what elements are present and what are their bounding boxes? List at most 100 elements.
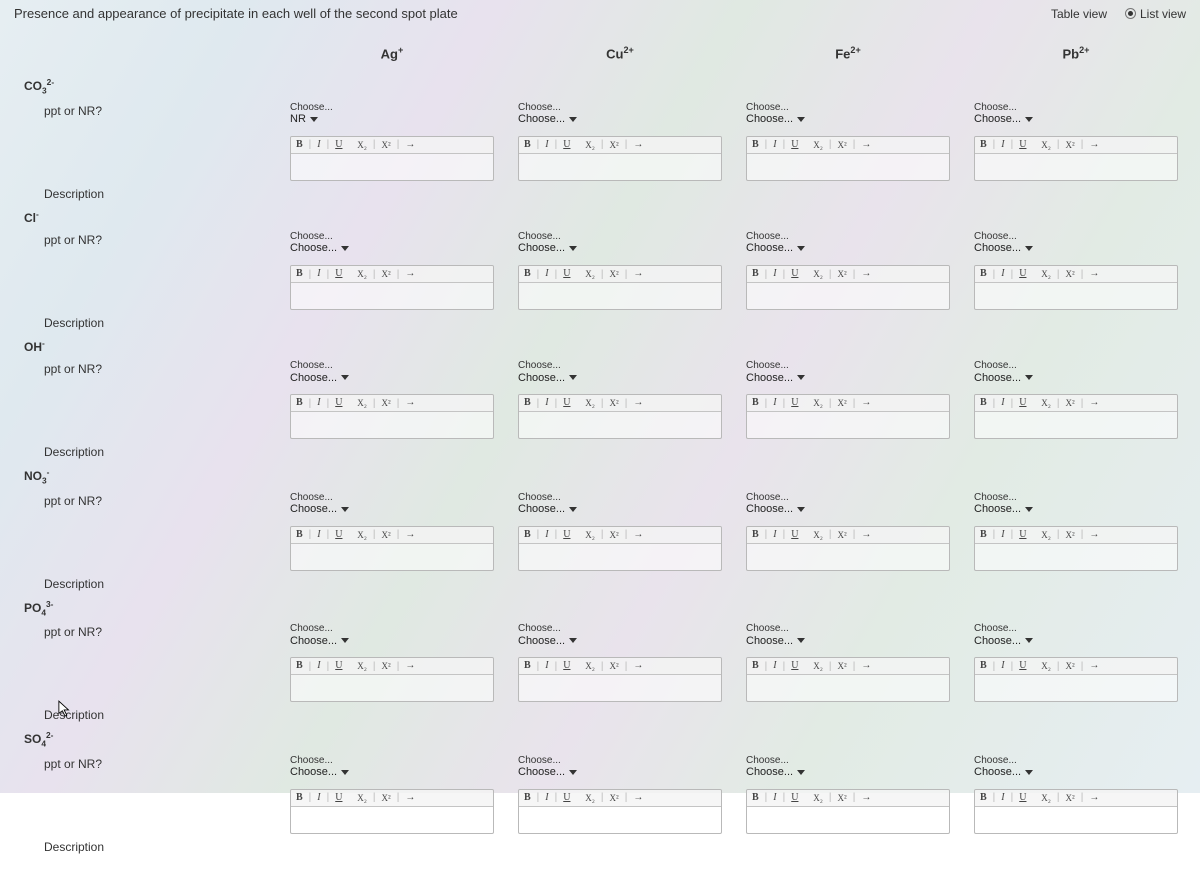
italic-button[interactable]: I [770, 659, 779, 673]
editor-textarea[interactable] [975, 154, 1177, 180]
superscript-button[interactable]: X² [607, 528, 622, 542]
editor-textarea[interactable] [291, 154, 493, 180]
subscript-button[interactable]: X₂ [1038, 138, 1054, 152]
editor-textarea[interactable] [747, 807, 949, 833]
arrow-button[interactable]: → [858, 267, 874, 281]
editor-textarea[interactable] [519, 412, 721, 438]
arrow-button[interactable]: → [402, 138, 418, 152]
subscript-button[interactable]: X₂ [1038, 528, 1054, 542]
subscript-button[interactable]: X₂ [582, 659, 598, 673]
subscript-button[interactable]: X₂ [810, 396, 826, 410]
italic-button[interactable]: I [314, 396, 323, 410]
underline-button[interactable]: U [332, 396, 345, 410]
superscript-button[interactable]: X² [379, 267, 394, 281]
superscript-button[interactable]: X² [835, 396, 850, 410]
editor-textarea[interactable] [975, 544, 1177, 570]
underline-button[interactable]: U [560, 659, 573, 673]
arrow-button[interactable]: → [402, 659, 418, 673]
view-table[interactable]: Table view [1051, 7, 1107, 21]
superscript-button[interactable]: X² [1063, 528, 1078, 542]
arrow-button[interactable]: → [402, 396, 418, 410]
italic-button[interactable]: I [314, 528, 323, 542]
choose-select[interactable]: Choose... [974, 503, 1033, 516]
italic-button[interactable]: I [998, 528, 1007, 542]
bold-button[interactable]: B [293, 396, 306, 410]
superscript-button[interactable]: X² [835, 267, 850, 281]
arrow-button[interactable]: → [858, 528, 874, 542]
underline-button[interactable]: U [788, 396, 801, 410]
underline-button[interactable]: U [560, 267, 573, 281]
bold-button[interactable]: B [977, 528, 990, 542]
superscript-button[interactable]: X² [1063, 396, 1078, 410]
choose-select[interactable]: Choose... [518, 113, 577, 126]
choose-select[interactable]: Choose... [290, 635, 349, 648]
underline-button[interactable]: U [1016, 659, 1029, 673]
superscript-button[interactable]: X² [607, 396, 622, 410]
bold-button[interactable]: B [977, 659, 990, 673]
bold-button[interactable]: B [521, 396, 534, 410]
italic-button[interactable]: I [542, 528, 551, 542]
choose-select[interactable]: Choose... [974, 113, 1033, 126]
italic-button[interactable]: I [998, 138, 1007, 152]
underline-button[interactable]: U [332, 528, 345, 542]
underline-button[interactable]: U [560, 138, 573, 152]
arrow-button[interactable]: → [630, 396, 646, 410]
subscript-button[interactable]: X₂ [582, 138, 598, 152]
editor-textarea[interactable] [975, 675, 1177, 701]
arrow-button[interactable]: → [858, 659, 874, 673]
arrow-button[interactable]: → [1086, 138, 1102, 152]
arrow-button[interactable]: → [630, 659, 646, 673]
bold-button[interactable]: B [977, 267, 990, 281]
editor-textarea[interactable] [975, 807, 1177, 833]
underline-button[interactable]: U [332, 659, 345, 673]
choose-select[interactable]: Choose... [974, 242, 1033, 255]
bold-button[interactable]: B [521, 138, 534, 152]
choose-select[interactable]: Choose... [518, 766, 577, 779]
italic-button[interactable]: I [998, 659, 1007, 673]
subscript-button[interactable]: X₂ [354, 528, 370, 542]
arrow-button[interactable]: → [858, 138, 874, 152]
italic-button[interactable]: I [542, 267, 551, 281]
choose-select[interactable]: Choose... [518, 372, 577, 385]
choose-select[interactable]: Choose... [290, 242, 349, 255]
view-list[interactable]: List view [1125, 7, 1186, 21]
bold-button[interactable]: B [293, 267, 306, 281]
arrow-button[interactable]: → [1086, 659, 1102, 673]
choose-select[interactable]: Choose... [746, 113, 805, 126]
subscript-button[interactable]: X₂ [354, 659, 370, 673]
superscript-button[interactable]: X² [379, 659, 394, 673]
arrow-button[interactable]: → [402, 267, 418, 281]
editor-textarea[interactable] [975, 412, 1177, 438]
choose-select[interactable]: Choose... [290, 766, 349, 779]
editor-textarea[interactable] [291, 283, 493, 309]
superscript-button[interactable]: X² [607, 138, 622, 152]
bold-button[interactable]: B [521, 267, 534, 281]
choose-select[interactable]: Choose... [746, 242, 805, 255]
editor-textarea[interactable] [747, 544, 949, 570]
subscript-button[interactable]: X₂ [354, 138, 370, 152]
arrow-button[interactable]: → [630, 267, 646, 281]
italic-button[interactable]: I [314, 659, 323, 673]
bold-button[interactable]: B [749, 267, 762, 281]
arrow-button[interactable]: → [402, 528, 418, 542]
underline-button[interactable]: U [788, 267, 801, 281]
choose-select[interactable]: Choose... [746, 766, 805, 779]
editor-textarea[interactable] [519, 544, 721, 570]
subscript-button[interactable]: X₂ [354, 396, 370, 410]
underline-button[interactable]: U [332, 267, 345, 281]
italic-button[interactable]: I [542, 138, 551, 152]
italic-button[interactable]: I [542, 659, 551, 673]
subscript-button[interactable]: X₂ [582, 267, 598, 281]
superscript-button[interactable]: X² [1063, 267, 1078, 281]
superscript-button[interactable]: X² [835, 659, 850, 673]
italic-button[interactable]: I [770, 528, 779, 542]
italic-button[interactable]: I [998, 396, 1007, 410]
subscript-button[interactable]: X₂ [810, 528, 826, 542]
underline-button[interactable]: U [560, 396, 573, 410]
italic-button[interactable]: I [998, 267, 1007, 281]
choose-select[interactable]: Choose... [518, 503, 577, 516]
underline-button[interactable]: U [560, 528, 573, 542]
italic-button[interactable]: I [314, 267, 323, 281]
subscript-button[interactable]: X₂ [582, 396, 598, 410]
choose-select[interactable]: NR [290, 113, 318, 126]
